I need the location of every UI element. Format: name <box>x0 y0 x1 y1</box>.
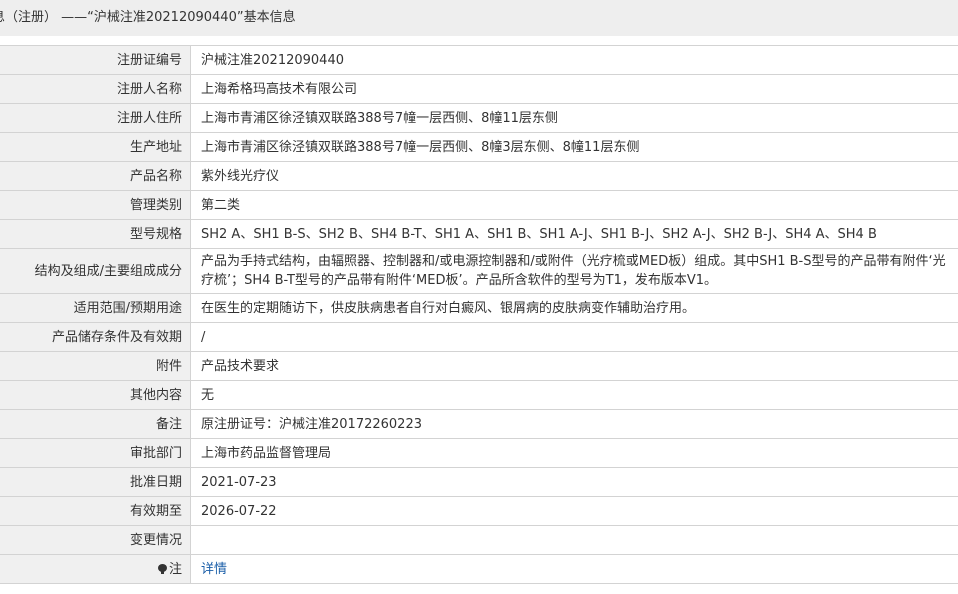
field-label: 其他内容 <box>0 380 191 410</box>
field-label: 批准日期 <box>0 467 191 497</box>
field-value: 上海市青浦区徐泾镇双联路388号7幢一层西侧、8幢11层东侧 <box>190 103 958 133</box>
field-label: 产品储存条件及有效期 <box>0 322 191 352</box>
table-row: 型号规格 SH2 A、SH1 B-S、SH2 B、SH4 B-T、SH1 A、S… <box>0 219 958 249</box>
field-value: / <box>190 322 958 352</box>
field-value: 上海市药品监督管理局 <box>190 438 958 468</box>
field-label: 备注 <box>0 409 191 439</box>
field-label: 结构及组成/主要组成成分 <box>0 248 191 294</box>
note-value-cell: 详情 <box>190 554 958 584</box>
field-value: 产品技术要求 <box>190 351 958 381</box>
table-row: 附件 产品技术要求 <box>0 351 958 381</box>
table-row: 结构及组成/主要组成成分 产品为手持式结构，由辐照器、控制器和/或电源控制器和/… <box>0 248 958 294</box>
field-value: 产品为手持式结构，由辐照器、控制器和/或电源控制器和/或附件（光疗梳或MED板）… <box>190 248 958 294</box>
field-label: 管理类别 <box>0 190 191 220</box>
field-label: 适用范围/预期用途 <box>0 293 191 323</box>
table-row: 适用范围/预期用途 在医生的定期随访下，供皮肤病患者自行对白癜风、银屑病的皮肤病… <box>0 293 958 323</box>
table-row: 注册人住所 上海市青浦区徐泾镇双联路388号7幢一层西侧、8幢11层东侧 <box>0 103 958 133</box>
field-label: 附件 <box>0 351 191 381</box>
note-label-cell: 注 <box>0 554 191 584</box>
table-row: 备注 原注册证号：沪械注准20172260223 <box>0 409 958 439</box>
field-value: 上海市青浦区徐泾镇双联路388号7幢一层西侧、8幢3层东侧、8幢11层东侧 <box>190 132 958 162</box>
registration-info-table: 注册证编号 沪械注准20212090440 注册人名称 上海希格玛高技术有限公司… <box>0 45 958 584</box>
field-value: 2021-07-23 <box>190 467 958 497</box>
field-label: 注册人名称 <box>0 74 191 104</box>
table-row: 注册人名称 上海希格玛高技术有限公司 <box>0 74 958 104</box>
field-label: 型号规格 <box>0 219 191 249</box>
note-row: 注 详情 <box>0 554 958 584</box>
table-row: 审批部门 上海市药品监督管理局 <box>0 438 958 468</box>
field-label: 注册证编号 <box>0 45 191 75</box>
table-row: 变更情况 <box>0 525 958 555</box>
table-row: 产品储存条件及有效期 / <box>0 322 958 352</box>
field-value: 第二类 <box>190 190 958 220</box>
page-title: 息（注册） ——“沪械注准20212090440”基本信息 <box>0 10 296 25</box>
field-label: 有效期至 <box>0 496 191 526</box>
field-value: 无 <box>190 380 958 410</box>
lightbulb-icon <box>157 563 167 574</box>
field-value: SH2 A、SH1 B-S、SH2 B、SH4 B-T、SH1 A、SH1 B、… <box>190 219 958 249</box>
table-row: 有效期至 2026-07-22 <box>0 496 958 526</box>
table-row: 管理类别 第二类 <box>0 190 958 220</box>
field-value: 在医生的定期随访下，供皮肤病患者自行对白癜风、银屑病的皮肤病变作辅助治疗用。 <box>190 293 958 323</box>
field-value <box>190 525 958 555</box>
table-row: 其他内容 无 <box>0 380 958 410</box>
table-row: 注册证编号 沪械注准20212090440 <box>0 45 958 75</box>
page-title-bar: 息（注册） ——“沪械注准20212090440”基本信息 <box>0 0 958 36</box>
field-label: 审批部门 <box>0 438 191 468</box>
field-label: 产品名称 <box>0 161 191 191</box>
field-value: 原注册证号：沪械注准20172260223 <box>190 409 958 439</box>
field-label: 注册人住所 <box>0 103 191 133</box>
field-value: 上海希格玛高技术有限公司 <box>190 74 958 104</box>
table-row: 生产地址 上海市青浦区徐泾镇双联路388号7幢一层西侧、8幢3层东侧、8幢11层… <box>0 132 958 162</box>
field-value: 2026-07-22 <box>190 496 958 526</box>
field-label: 生产地址 <box>0 132 191 162</box>
table-row: 产品名称 紫外线光疗仪 <box>0 161 958 191</box>
field-value: 沪械注准20212090440 <box>190 45 958 75</box>
field-value: 紫外线光疗仪 <box>190 161 958 191</box>
table-row: 批准日期 2021-07-23 <box>0 467 958 497</box>
note-label: 注 <box>168 561 182 577</box>
details-link[interactable]: 详情 <box>201 562 227 577</box>
field-label: 变更情况 <box>0 525 191 555</box>
